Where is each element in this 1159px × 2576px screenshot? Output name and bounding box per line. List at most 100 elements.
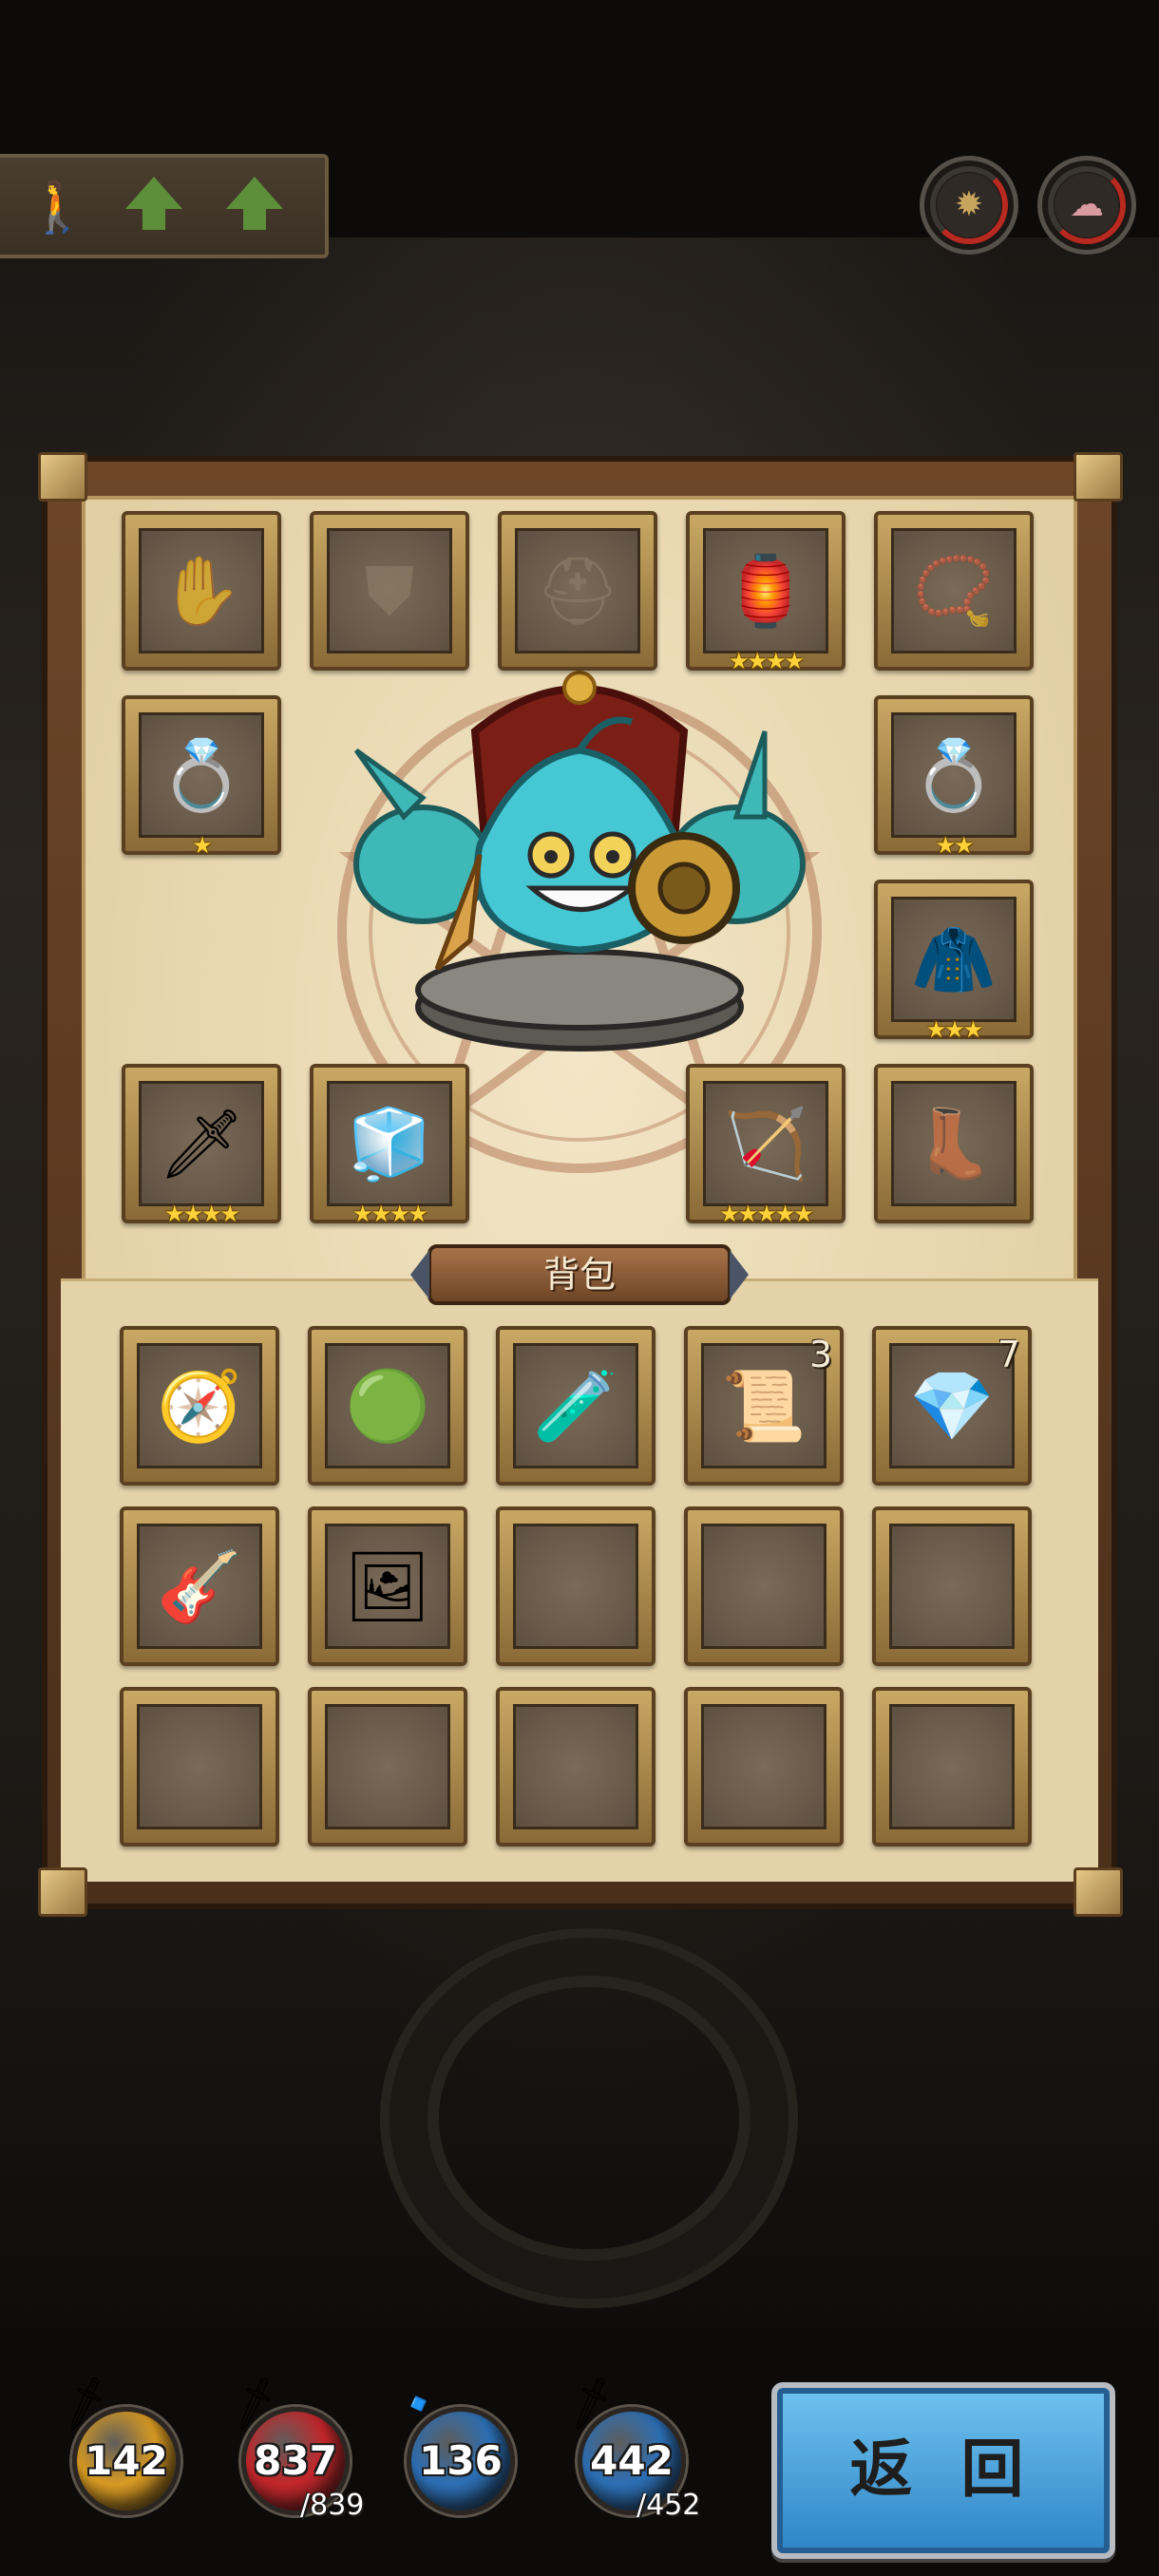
star-rating: ★★ [935,832,974,859]
bag-slot-scroll[interactable]: 📜 3 [684,1326,844,1486]
slot-well [513,1524,638,1649]
equip-slot-amulet[interactable]: 📿 [874,511,1034,671]
ice-block-icon: 🧊 [347,1104,432,1184]
mp-value: 442 [590,2437,674,2484]
slot-well: 🧭 [137,1343,262,1468]
slot-well [325,1704,450,1829]
slot-well [137,1704,262,1829]
attack-value: 142 [85,2437,168,2484]
bag-slot-empty[interactable] [872,1687,1032,1847]
slot-well: 👢 [891,1081,1016,1206]
slot-well [701,1524,826,1649]
bag-slot-empty[interactable] [308,1687,467,1847]
magic-stat[interactable]: 🔹 136 [386,2373,521,2519]
panel-corner [38,452,87,502]
equip-slot-harp-bow[interactable]: 🏹 ★★★★★ [686,1064,846,1227]
slime-hero-portrait[interactable] [318,655,841,1064]
guitar-icon: 🎸 [157,1546,242,1626]
slot-well: 💎 [889,1343,1015,1468]
bag-slot-slime-doll[interactable]: 🟢 [308,1326,467,1486]
hp-stat[interactable]: 🗡 837 /839 [220,2372,364,2522]
star-rating: ★★★★ [728,648,805,674]
mp-max: /452 [636,2489,701,2522]
equip-slot-ice-block[interactable]: 🧊 ★★★★ [310,1064,469,1227]
magic-value: 136 [419,2437,503,2484]
slot-well: 💍 [139,712,264,838]
bag-slot-compass[interactable]: 🧭 [120,1326,279,1486]
slot-well [513,1704,638,1829]
dagger-icon: 🗡 [158,1104,245,1184]
item-count: 7 [997,1334,1020,1375]
sleeping-figure-icon: 🚶 [27,180,88,237]
slot-well: ✋ [139,528,264,653]
helmet-icon: ⛑ [535,552,620,630]
gloves-icon: ✋ [160,552,243,630]
armor-icon: ⛊ [364,552,415,630]
slot-well: 🏮 [703,528,828,653]
slot-well: 🖼 [325,1524,450,1649]
boots-icon: 👢 [912,1105,996,1183]
equip-slot-boots[interactable]: 👢 [874,1064,1034,1223]
equip-slot-gloves[interactable]: ✋ [122,511,281,671]
bag-slot-empty[interactable] [496,1506,656,1666]
scroll-icon: 📜 [721,1366,807,1446]
bag-slot-potion[interactable]: 🧪 [496,1326,656,1486]
crystal-icon: 💎 [909,1366,995,1446]
hp-max: /839 [300,2489,365,2522]
bag-title: 背包 [542,1254,616,1296]
equip-slot-ring-left[interactable]: 💍 ★ [122,695,281,859]
hp-value: 837 [254,2437,337,2484]
attack-stat[interactable]: 🗡 142 [51,2372,186,2519]
item-count: 3 [808,1334,832,1375]
bag-slot-empty[interactable] [684,1506,844,1666]
bag-slot-guitar[interactable]: 🎸 [120,1506,279,1666]
floor-rune-circle [380,1928,798,2308]
slot-well: ⛑ [515,528,640,653]
panel-corner [1074,452,1123,502]
photo-icon: 🖼 [344,1546,431,1626]
buff-status-bar[interactable]: 🚶 [0,154,329,258]
slot-well: ⛊ [327,528,452,653]
slot-well: 🧥 [891,897,1016,1022]
slime-doll-icon: 🟢 [345,1366,430,1446]
ring-icon: 💍 [911,735,997,815]
slot-well: 📜 [701,1343,826,1468]
slot-well: 🏹 [703,1081,828,1206]
equip-slot-lantern[interactable]: 🏮 ★★★★ [686,511,846,674]
equip-slot-cape[interactable]: 🧥 ★★★ [874,880,1034,1043]
slot-well [889,1704,1015,1829]
slot-well: 🟢 [325,1343,450,1468]
bag-slot-empty[interactable] [120,1687,279,1847]
harp-bow-icon: 🏹 [723,1104,808,1184]
equip-slot-armor[interactable]: ⛊ [310,511,469,671]
slot-well: 🧊 [327,1081,452,1206]
bag-slot-crystal[interactable]: 💎 7 [872,1326,1032,1486]
bag-slot-empty[interactable] [684,1687,844,1847]
star-rating: ★★★ [925,1016,984,1043]
back-button[interactable]: 返 回 [771,2382,1115,2559]
equip-slot-ring-right[interactable]: 💍 ★★ [874,695,1034,859]
bag-title-banner: 背包 [410,1244,749,1305]
brain-status-icon[interactable]: ☁ [1037,156,1136,255]
bag-slot-photo[interactable]: 🖼 [308,1506,467,1666]
amulet-icon: 📿 [912,552,996,630]
lantern-icon: 🏮 [723,551,808,631]
slot-well: 📿 [891,528,1016,653]
slot-well: 🧪 [513,1343,638,1468]
equip-slot-dagger[interactable]: 🗡 ★★★★ [122,1064,281,1227]
slot-well: 💍 [891,712,1016,838]
panel-corner [38,1867,87,1917]
equip-slot-helmet[interactable]: ⛑ [498,511,657,671]
slot-well: 🗡 [139,1081,264,1206]
bag-slot-empty[interactable] [496,1687,656,1847]
compass-status-icon[interactable]: ✹ [920,156,1018,255]
panel-corner [1074,1867,1123,1917]
bag-slot-empty[interactable] [872,1506,1032,1666]
compass-icon: 🧭 [157,1366,242,1446]
slot-well [701,1704,826,1829]
star-rating: ★★★★★ [719,1201,814,1227]
slot-well: 🎸 [137,1524,262,1649]
star-rating: ★★★★ [163,1201,240,1227]
cape-icon: 🧥 [911,919,997,999]
mp-stat[interactable]: 🗡 442 /452 [557,2372,700,2522]
